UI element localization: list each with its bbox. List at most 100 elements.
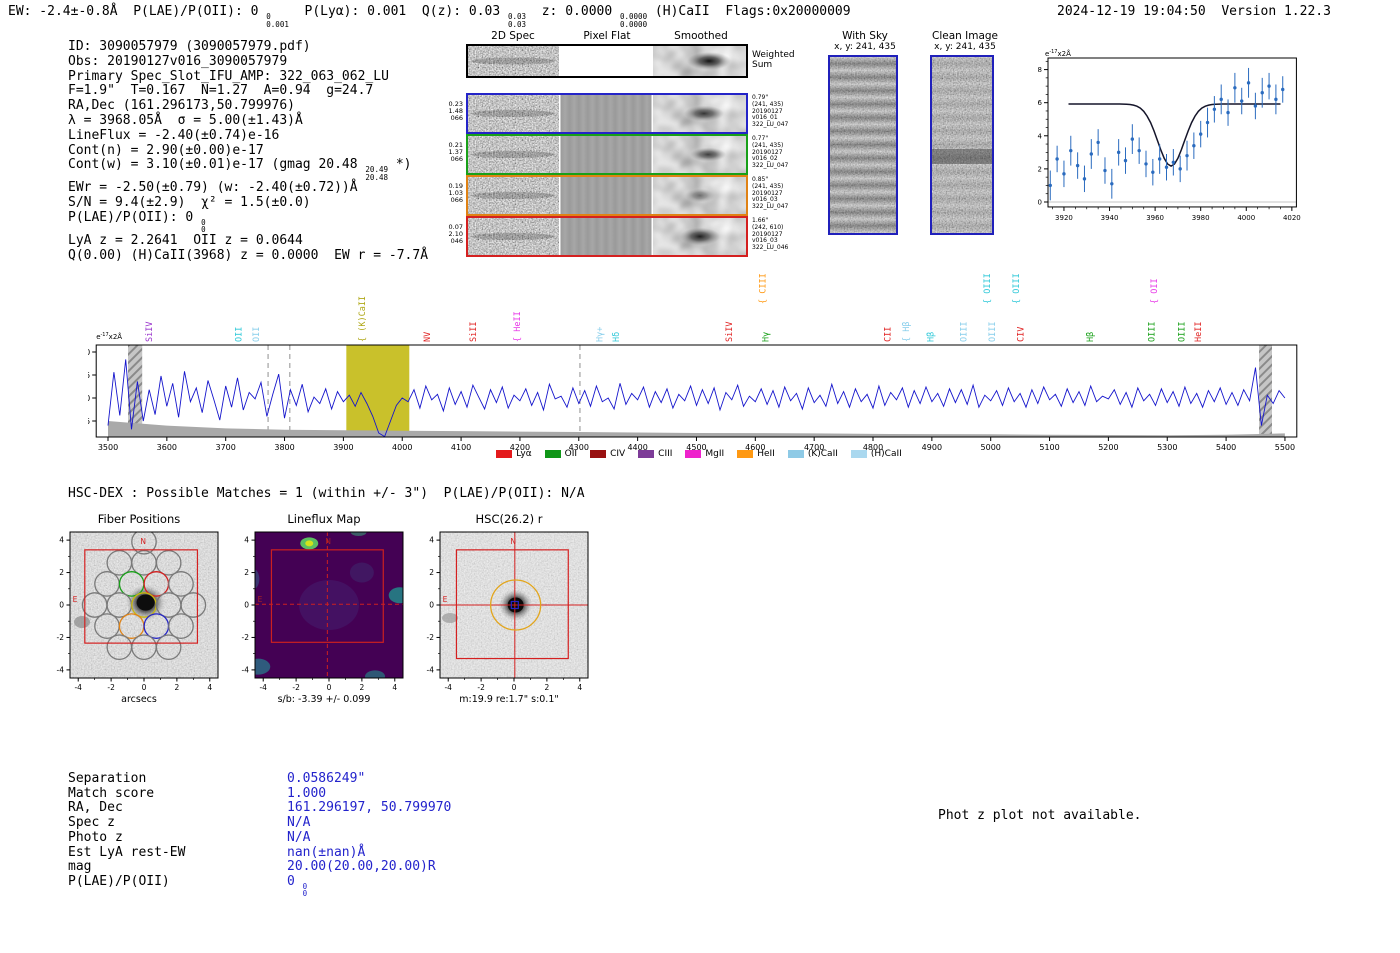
with-sky-image [828,55,898,235]
svg-text:E: E [258,595,263,604]
info-line: Obs: 20190127v016_3090057979 [68,53,288,69]
match-table-value: nan(±nan)Å [287,844,366,860]
svg-text:2: 2 [59,568,64,577]
match-table-label: Est LyA rest-EW [68,844,186,860]
legend-item: CIV [590,449,625,459]
legend-swatch [496,450,513,458]
legend-label: (H)CaII [870,449,902,459]
clean-image-title: Clean Image [931,30,999,42]
svg-text:{ Hβ: { Hβ [902,322,912,342]
svg-text:2: 2 [1038,165,1042,173]
svg-text:5.0: 5.0 [88,394,90,403]
svg-text:Hβ: Hβ [927,332,937,342]
match-table-value: 0 00 [287,873,308,899]
svg-text:SiIV: SiIV [725,322,735,342]
match-table-value: N/A [287,815,311,831]
svg-text:6: 6 [1038,99,1043,107]
svg-text:0: 0 [512,683,517,692]
svg-text:{ CIII: { CIII [758,273,768,304]
legend-item: CIII [638,449,672,459]
svg-text:4: 4 [244,536,249,545]
svg-text:-2: -2 [292,683,300,692]
svg-text:{ OIII: { OIII [1012,273,1022,304]
lineflux-map-caption: s/b: -3.39 +/- 0.099 [277,694,371,705]
legend-label: HeII [757,449,775,459]
svg-text:7.5: 7.5 [88,371,90,380]
svg-text:-4: -4 [259,683,267,692]
legend-item: (H)CaII [850,449,902,459]
svg-text:2: 2 [429,568,434,577]
header-timestamp-version: 2024-12-19 19:04:50 Version 1.22.3 [1057,4,1331,19]
svg-text:4: 4 [59,536,64,545]
spec2d-row-left-label: 0.21 1.37 066 [448,141,463,163]
match-table-label: RA, Dec [68,800,123,816]
svg-text:e-17x2Å: e-17x2Å [1045,49,1071,58]
match-table-value: 161.296197, 50.799970 [287,800,452,816]
svg-text:N: N [140,537,146,546]
match-table-value: 1.000 [287,785,327,801]
svg-text:0: 0 [59,600,64,609]
legend-swatch [638,450,655,458]
svg-text:3960: 3960 [1146,214,1164,222]
hsc-cutout-caption: m:19.9 re:1.7" s:0.1" [459,694,559,705]
svg-text:-4: -4 [427,665,435,674]
svg-text:2: 2 [174,683,179,692]
svg-text:CIV: CIV [1017,327,1027,342]
legend-label: Lyα [516,449,532,459]
info-line: F=1.9" T=0.167 N=1.27 A=0.94 g=24.7 [68,83,374,99]
svg-text:0: 0 [429,600,434,609]
spec2d-row [466,134,748,175]
legend-swatch [590,450,607,458]
svg-text:{ OII: { OII [1150,278,1160,304]
match-table-label: Spec z [68,815,115,831]
info-line: LyA z = 2.2641 OII z = 0.0644 [68,232,303,248]
svg-text:-4: -4 [444,683,452,692]
svg-text:-2: -2 [57,633,65,642]
match-table-row: Est LyA rest-EW nan(±nan)Å [68,844,468,861]
svg-text:OII: OII [252,327,262,342]
svg-text:Hγ: Hγ [761,332,771,342]
svg-text:4: 4 [207,683,212,692]
legend-item: MgII [685,449,724,459]
spec2d-col-title: Pixel Flat [583,30,631,42]
clean-image [930,55,994,235]
weighted-sum-label: Weighted Sum [752,50,795,70]
spec2d-row-right-label: 0.79" (241, 435) 20190127 v016_01 322_LU_047 [752,94,789,129]
svg-text:4: 4 [1038,132,1043,140]
spec2d-row-right-label: 0.85" (241, 435) 20190127 v016_03 322_LU_047 [752,176,789,211]
svg-text:4: 4 [392,683,397,692]
header-summary: EW: -2.4±-0.8Å P(LAE)/P(OII): 0 0 0.001 P… [8,4,851,29]
object-info-block: ID: 3090057979 (3090057979.pdf) Obs: 2019… [68,39,458,264]
line-fit-plot: 3920 3940 3960 3980 4000 4020 0 2 4 6 8e-17x2Å [1038,49,1301,222]
svg-text:10.0: 10.0 [88,348,90,357]
svg-text:HeII: HeII [1194,322,1204,342]
legend-label: CIII [658,449,673,459]
svg-text:4020: 4020 [1283,214,1301,222]
svg-text:N: N [325,537,331,546]
info-line: LineFlux = -2.40(±0.74)e-16 [68,127,280,143]
match-table-row: Photo z N/A [68,829,468,846]
svg-text:OIII: OIII [1147,322,1157,342]
legend-label: (K)CaII [807,449,838,459]
spec2d-col-title: Smoothed [674,30,728,42]
legend-swatch [544,450,561,458]
clean-image-panel: Clean Image x, y: 241, 435 [930,30,1000,235]
match-table-value: N/A [287,829,311,845]
svg-text:{ OIII: { OIII [983,273,993,304]
match-table-value: 20.00(20.00,20.00)R [287,859,436,875]
match-table-row: Match score 1.000 [68,785,468,802]
spec2d-row [466,216,748,257]
hsc-cutout-plot: N E -4 -4 -2 -2 0 0 2 2 4 4 [427,531,589,692]
svg-text:OIII: OIII [1177,322,1187,342]
match-table: Separation 0.0586249" Match score 1.000 RA, … [68,771,468,897]
match-table-label: mag [68,859,92,875]
info-line: Cont(n) = 2.90(±0.00)e-17 [68,142,264,158]
svg-text:-2: -2 [107,683,115,692]
spec2d-row [466,44,748,78]
info-line: Cont(w) = 3.10(±0.01)e-17 (gmag 20.48 20… [68,157,412,182]
spec2d-row-left-label: 0.07 2.10 046 [448,223,463,245]
legend-swatch [787,450,804,458]
match-table-row: Spec z N/A [68,815,468,831]
legend-swatch [737,450,754,458]
svg-text:OII: OII [235,327,245,342]
